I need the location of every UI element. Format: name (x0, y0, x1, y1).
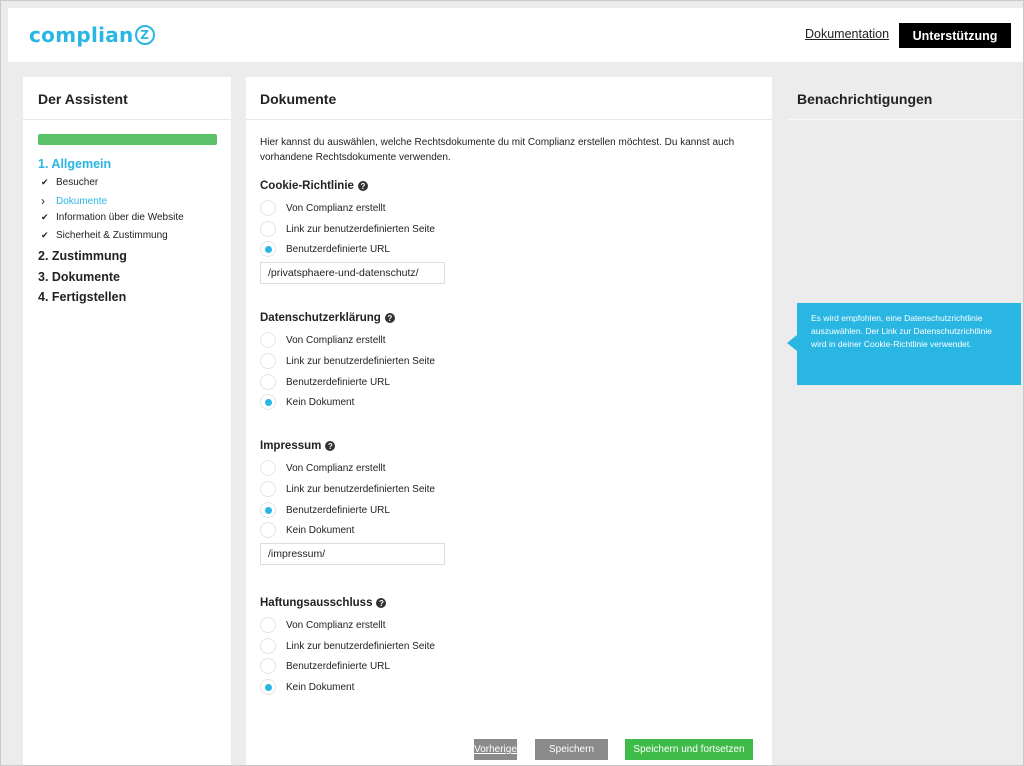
option-label: Kein Dokument (286, 681, 355, 693)
imprint-heading: Impressum ? (260, 440, 336, 452)
radio-button[interactable] (260, 374, 276, 390)
cookie-option-custom-page[interactable]: Link zur benutzerdefinierten Seite (260, 221, 435, 237)
substep-website-info[interactable]: ✔ Information über die Website (41, 212, 184, 223)
radio-button[interactable] (260, 617, 276, 633)
radio-button[interactable] (260, 522, 276, 538)
top-bar: complian Z Dokumentation Unterstützung (8, 8, 1023, 62)
step-general[interactable]: 1. Allgemein (38, 157, 111, 171)
substep-label: Information über die Website (56, 212, 184, 223)
substep-documents[interactable]: › Dokumente (41, 194, 107, 208)
section-title: Datenschutzerklärung (260, 312, 381, 324)
option-label: Von Complianz erstellt (286, 334, 386, 346)
previous-button[interactable]: Vorherige (474, 739, 517, 760)
substep-security-consent[interactable]: ✔ Sicherheit & Zustimmung (41, 230, 168, 241)
help-icon[interactable]: ? (376, 598, 387, 608)
cookie-option-custom-url[interactable]: Benutzerdefinierte URL (260, 241, 390, 257)
save-button[interactable]: Speichern (535, 739, 608, 760)
option-label: Kein Dokument (286, 524, 355, 536)
radio-button-selected[interactable] (260, 679, 276, 695)
documentation-link[interactable]: Dokumentation (805, 27, 889, 41)
save-and-continue-button[interactable]: Speichern und fortsetzen (625, 739, 753, 760)
privacy-option-custom-page[interactable]: Link zur benutzerdefinierten Seite (260, 353, 435, 369)
logo-z-icon: Z (134, 25, 155, 45)
radio-button[interactable] (260, 460, 276, 476)
option-label: Benutzerdefinierte URL (286, 504, 390, 516)
radio-button[interactable] (260, 332, 276, 348)
radio-button-selected[interactable] (260, 241, 276, 257)
privacy-option-none[interactable]: Kein Dokument (260, 394, 354, 410)
recommendation-tooltip: Es wird empfohlen, eine Datenschutzricht… (797, 303, 1021, 385)
radio-button[interactable] (260, 658, 276, 674)
notifications-panel: Benachrichtigungen Es wird empfohlen, ei… (787, 77, 1023, 765)
disclaimer-option-custom-page[interactable]: Link zur benutzerdefinierten Seite (260, 638, 435, 654)
cookie-url-input[interactable] (260, 262, 445, 284)
divider (787, 119, 1023, 120)
divider (246, 119, 772, 120)
chevron-right-icon: › (41, 194, 45, 208)
checkmark-icon: ✔ (41, 177, 49, 187)
imprint-option-complianz[interactable]: Von Complianz erstellt (260, 460, 386, 476)
page-title: Dokumente (260, 91, 337, 107)
logo-text: complian (29, 23, 134, 47)
option-label: Kein Dokument (286, 396, 355, 408)
option-label: Link zur benutzerdefinierten Seite (286, 355, 435, 367)
complianz-logo[interactable]: complian Z (29, 20, 155, 50)
section-title: Haftungsausschluss (260, 597, 373, 609)
substep-visitors[interactable]: ✔ Besucher (41, 177, 98, 188)
section-title: Impressum (260, 440, 322, 452)
cookie-option-complianz[interactable]: Von Complianz erstellt (260, 200, 386, 216)
privacy-option-custom-url[interactable]: Benutzerdefinierte URL (260, 374, 390, 390)
wizard-panel: Der Assistent 1. Allgemein ✔ Besucher › … (23, 77, 231, 765)
support-button[interactable]: Unterstützung (899, 23, 1011, 48)
option-label: Link zur benutzerdefinierten Seite (286, 483, 435, 495)
app-frame: complian Z Dokumentation Unterstützung D… (0, 0, 1024, 766)
imprint-option-custom-page[interactable]: Link zur benutzerdefinierten Seite (260, 481, 435, 497)
option-label: Benutzerdefinierte URL (286, 660, 390, 672)
radio-button[interactable] (260, 221, 276, 237)
imprint-option-none[interactable]: Kein Dokument (260, 522, 354, 538)
step-consent[interactable]: 2. Zustimmung (38, 249, 127, 263)
privacy-statement-heading: Datenschutzerklärung ? (260, 312, 395, 324)
radio-button[interactable] (260, 638, 276, 654)
radio-button-selected[interactable] (260, 394, 276, 410)
tooltip-arrow-icon (787, 335, 797, 351)
option-label: Von Complianz erstellt (286, 619, 386, 631)
option-label: Link zur benutzerdefinierten Seite (286, 640, 435, 652)
disclaimer-heading: Haftungsausschluss ? (260, 597, 387, 609)
help-icon[interactable]: ? (384, 313, 395, 323)
option-label: Link zur benutzerdefinierten Seite (286, 223, 435, 235)
radio-button[interactable] (260, 353, 276, 369)
option-label: Benutzerdefinierte URL (286, 376, 390, 388)
checkmark-icon: ✔ (41, 230, 49, 240)
help-icon[interactable]: ? (325, 441, 336, 451)
option-label: Von Complianz erstellt (286, 462, 386, 474)
help-icon[interactable]: ? (357, 181, 368, 191)
intro-text: Hier kannst du auswählen, welche Rechtsd… (260, 137, 735, 163)
wizard-title: Der Assistent (38, 91, 128, 107)
option-label: Benutzerdefinierte URL (286, 243, 390, 255)
wizard-progress-bar (38, 134, 217, 145)
substep-label: Besucher (56, 177, 99, 188)
option-label: Von Complianz erstellt (286, 202, 386, 214)
documents-panel: Dokumente Hier kannst du auswählen, welc… (246, 77, 772, 765)
disclaimer-option-none[interactable]: Kein Dokument (260, 679, 354, 695)
substep-label: Dokumente (56, 195, 108, 207)
radio-button-selected[interactable] (260, 502, 276, 518)
notifications-title: Benachrichtigungen (797, 91, 933, 107)
radio-button[interactable] (260, 200, 276, 216)
section-title: Cookie-Richtlinie (260, 180, 354, 192)
imprint-option-custom-url[interactable]: Benutzerdefinierte URL (260, 502, 390, 518)
checkmark-icon: ✔ (41, 212, 49, 222)
disclaimer-option-complianz[interactable]: Von Complianz erstellt (260, 617, 386, 633)
step-finish[interactable]: 4. Fertigstellen (38, 290, 126, 304)
radio-button[interactable] (260, 481, 276, 497)
substep-label: Sicherheit & Zustimmung (56, 230, 168, 241)
disclaimer-option-custom-url[interactable]: Benutzerdefinierte URL (260, 658, 390, 674)
cookie-policy-heading: Cookie-Richtlinie ? (260, 180, 368, 192)
step-documents[interactable]: 3. Dokumente (38, 270, 120, 284)
imprint-url-input[interactable] (260, 543, 445, 565)
privacy-option-complianz[interactable]: Von Complianz erstellt (260, 332, 386, 348)
divider (23, 119, 231, 120)
